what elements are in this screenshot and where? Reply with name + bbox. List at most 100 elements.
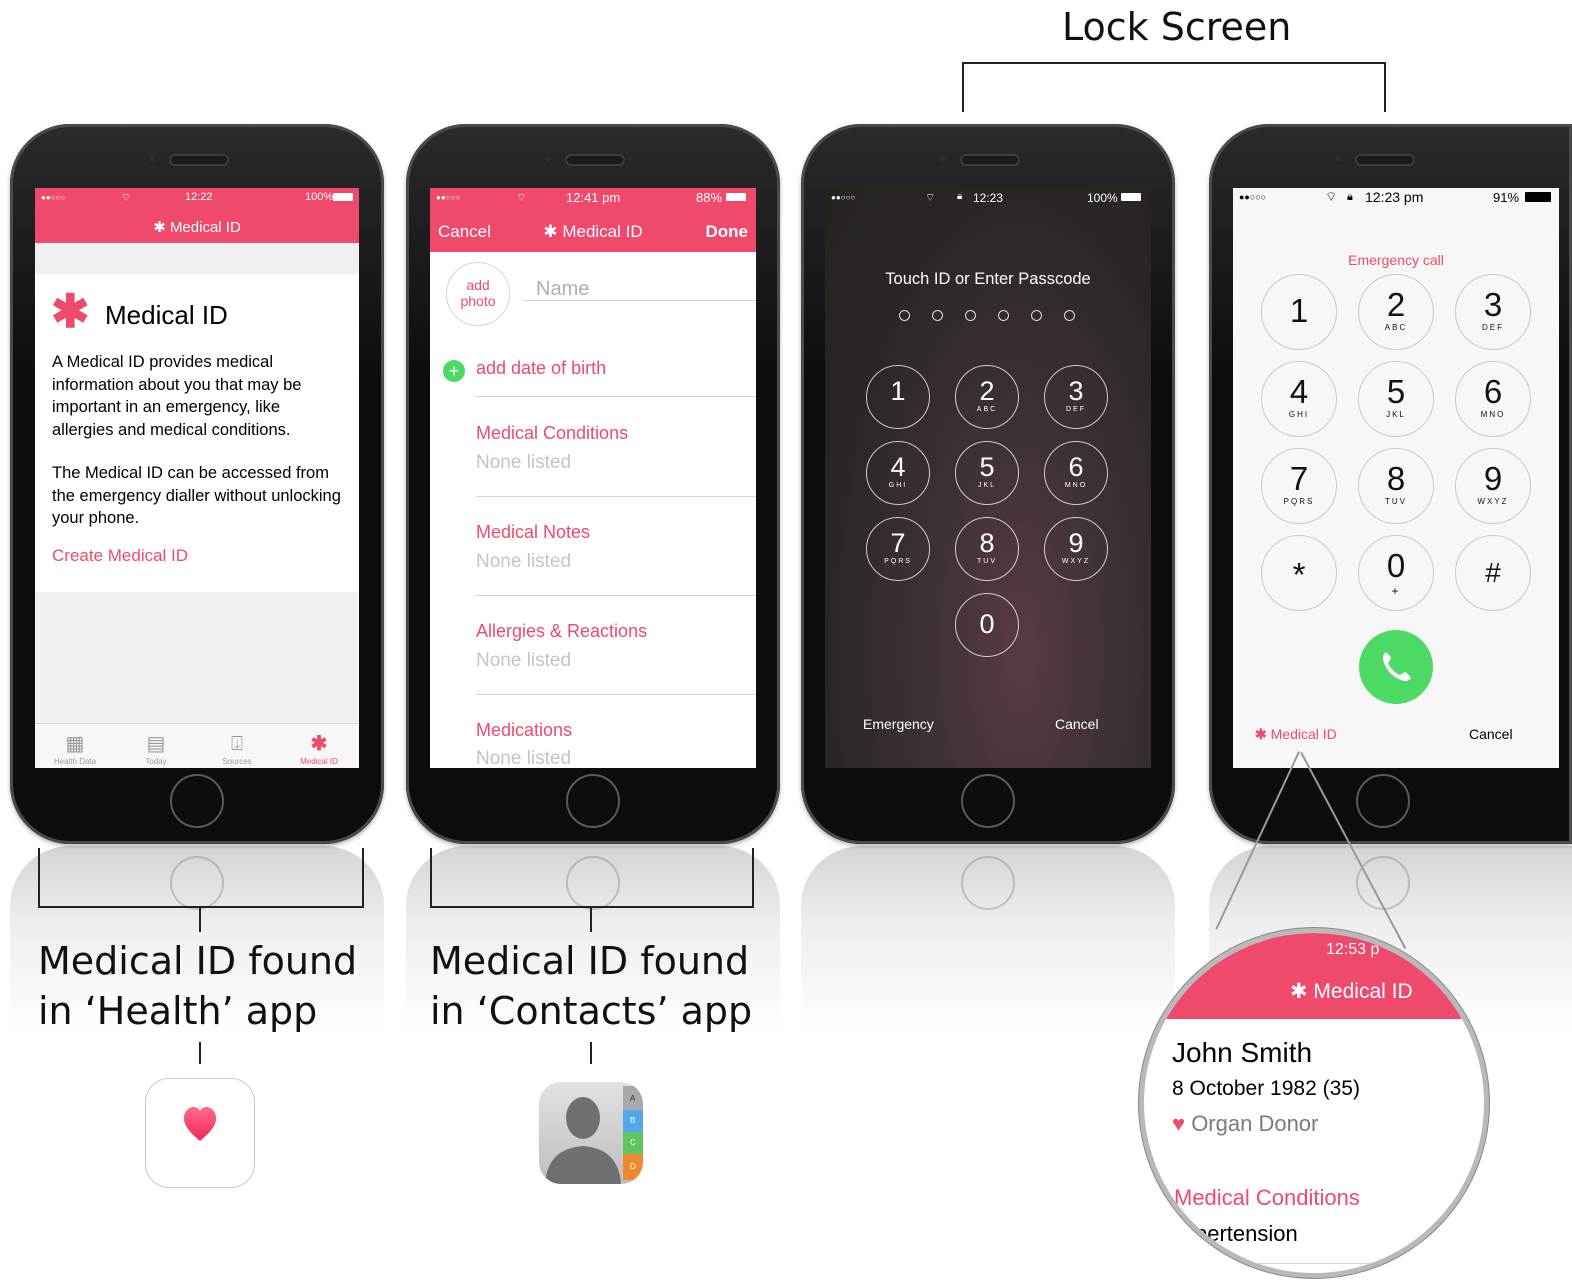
asterisk-icon: ✱ [1255,726,1267,742]
battery-text: 100% [305,191,334,203]
key-8[interactable]: 8 TUV [955,517,1019,581]
asterisk-icon: ✱ [310,733,328,755]
person-name: John Smith [1172,1037,1313,1068]
passcode-prompt: Touch ID or Enter Passcode [885,270,1091,288]
battery-icon [333,193,353,201]
card-paragraph-1: A Medical ID provides medical informatio… [52,353,302,439]
contacts-bracket [430,848,754,908]
emergency-screen: ●●○○○ ⌔ 🔒︎ 12:23 pm 91% Emergency call 1… [1233,188,1559,768]
key-4[interactable]: 4 GHI [866,441,930,505]
key-0[interactable]: 0 [955,593,1019,657]
tab-health-data[interactable]: ▦ Health Data [40,733,110,766]
battery-icon [1121,193,1141,201]
status-time: 12:23 [973,191,1004,205]
tab-medical-id[interactable]: ✱ Medical ID [284,733,354,766]
key-1[interactable]: 1 [866,365,930,429]
key-4[interactable]: 4 GHI [1261,361,1337,437]
add-photo-button[interactable]: add photo [446,262,510,326]
key-6[interactable]: 6 MNO [1044,441,1108,505]
key-2[interactable]: 2 ABC [1358,274,1434,350]
key-3[interactable]: 3 DEF [1044,365,1108,429]
wifi-icon: ⌔ [1325,189,1338,204]
signal-icon: ●●○○○ [1239,192,1267,202]
create-medical-id-link[interactable]: Create Medical ID [52,546,188,566]
key-3[interactable]: 3 DEF [1455,274,1531,350]
section-label[interactable]: Medical Notes [476,522,590,543]
status-time: 12:53 p [1326,941,1380,958]
signal-icon: ●●○○○ [41,193,66,202]
battery-icon [1525,192,1551,202]
status-time: 12:23 pm [1365,189,1424,205]
battery-text: 91% [1493,190,1520,205]
lock-icon: 🔒︎ [1347,191,1353,203]
tab-sources[interactable]: ⍗ Sources [202,733,272,766]
key-8[interactable]: 8 TUV [1358,448,1434,524]
svg-text:A: A [630,1094,636,1103]
wifi-icon: ⌔ [121,192,132,204]
key-9[interactable]: 9 WXYZ [1455,448,1531,524]
cancel-button[interactable]: Cancel [1055,716,1099,732]
medical-id-link[interactable]: ✱ Medical ID [1255,726,1337,743]
wifi-icon: ⌔ [516,192,527,204]
nav-title: ✱ Medical ID [1290,980,1413,1003]
key-6[interactable]: 6 MNO [1455,361,1531,437]
battery-icon [726,193,746,201]
contacts-caption-line-2: in ‘Contacts’ app [430,989,753,1033]
organ-donor: ♥ Organ Donor [1172,1111,1319,1136]
status-time: 12:41 pm [566,190,621,205]
key-5[interactable]: 5 JKL [955,441,1019,505]
health-caption-line-2: in ‘Health’ app [38,989,318,1033]
medical-id-magnifier: 12:53 p ✱ Medical ID John Smith 8 Octobe… [1139,928,1489,1278]
svg-text:B: B [630,1116,635,1125]
status-time: 12:22 [185,191,213,203]
svg-text:C: C [630,1138,636,1147]
section-label[interactable]: Medical Conditions [476,423,628,444]
key-9[interactable]: 9 WXYZ [1044,517,1108,581]
contacts-app-icon: A B C D [539,1082,643,1184]
contacts-caption-line-1: Medical ID found [430,939,750,983]
add-date-of-birth-button[interactable]: add date of birth [476,358,606,379]
health-screen: ●●○○○ ⌔ 12:22 100% ✱ Medical ID ✱ Medica… [35,188,359,768]
phone-emergency: ●●○○○ ⌔ 🔒︎ 12:23 pm 91% Emergency call 1… [1209,124,1572,844]
done-button[interactable]: Done [706,222,749,242]
emergency-button[interactable]: Emergency [863,716,934,732]
calendar-icon: ▤ [146,733,166,755]
phone-lock: ●●○○○ ⌔ 🔒︎ 12:23 100% Touch ID or Enter … [801,124,1175,844]
key-2[interactable]: 2 ABC [955,365,1019,429]
key-1[interactable]: 1 [1261,274,1337,350]
name-field[interactable]: Name [536,278,589,301]
cancel-button[interactable]: Cancel [1469,726,1513,742]
section-label[interactable]: Allergies & Reactions [476,621,647,642]
health-caption-line-1: Medical ID found [38,939,358,983]
phone-icon [1382,652,1411,682]
lock-icon: 🔒︎ [957,191,963,202]
svg-text:D: D [630,1162,636,1171]
phone-contacts: ●●○○○ ⌔ 12:41 pm 88% Cancel ✱ Medical ID… [406,124,780,844]
key-5[interactable]: 5 JKL [1358,361,1434,437]
key-0[interactable]: 0 + [1358,535,1434,611]
signal-icon: ●●○○○ [436,193,461,202]
home-button[interactable] [1356,774,1410,828]
battery-text: 88% [696,190,723,205]
medical-id-card: ✱ Medical ID A Medical ID provides medic… [35,274,359,592]
tab-bar: ▦ Health Data ▤ Today ⍗ Sources ✱ Medical ID [35,723,359,768]
add-icon: + [443,360,465,382]
home-button[interactable] [170,774,224,828]
key-7[interactable]: 7 PQRS [866,517,930,581]
call-button[interactable] [1359,630,1433,704]
health-app-icon [145,1078,255,1188]
tab-today[interactable]: ▤ Today [121,733,191,766]
section-label[interactable]: Medications [476,720,572,741]
key-hash[interactable]: # [1455,535,1531,611]
key-7[interactable]: 7 PQRS [1261,448,1337,524]
wifi-icon: ⌔ [925,192,936,204]
conditions-value: ypertension [1184,1221,1298,1246]
home-button[interactable] [961,774,1015,828]
asterisk-icon: ✱ [51,285,90,337]
key-star[interactable]: * [1261,535,1337,611]
battery-text: 100% [1087,191,1118,205]
lock-screen: ●●○○○ ⌔ 🔒︎ 12:23 100% Touch ID or Enter … [825,188,1151,768]
home-button[interactable] [566,774,620,828]
heart-icon: ♥ [1172,1111,1186,1136]
grid-icon: ▦ [65,733,85,755]
